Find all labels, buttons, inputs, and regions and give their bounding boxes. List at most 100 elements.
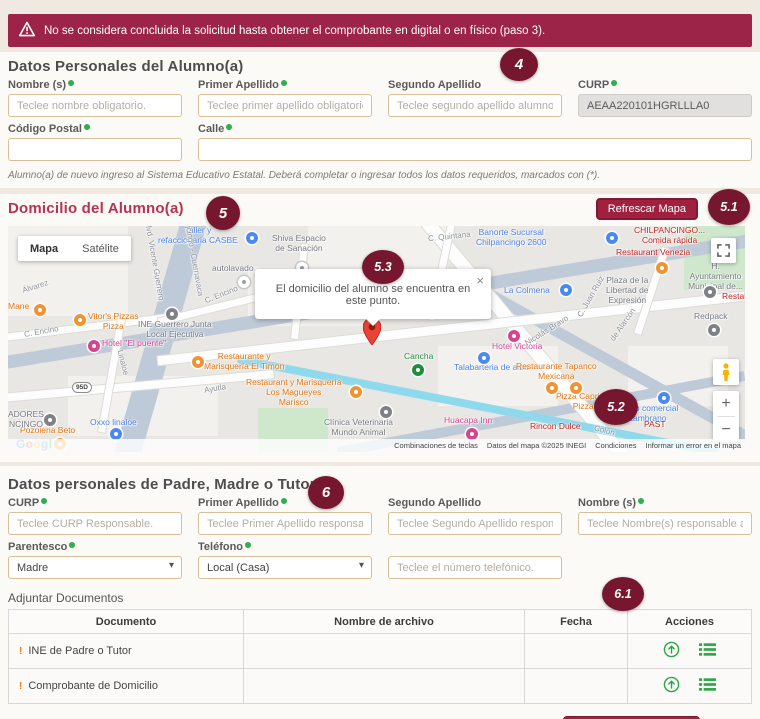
terms-link[interactable]: Condiciones <box>595 441 636 450</box>
guardian-curp-input[interactable] <box>8 512 182 535</box>
poi-icon[interactable] <box>238 276 250 288</box>
required-doc-icon: ! <box>19 646 22 657</box>
student-section-title: Datos Personales del Alumno(a) <box>8 58 752 75</box>
annotation-badge-6: 6 <box>308 476 344 509</box>
col-fecha: Fecha <box>525 610 628 634</box>
poi-icon[interactable] <box>508 330 520 342</box>
map-label: CHILPANCINGO... Comida rápida <box>634 226 705 246</box>
guardian-primer-apellido-input[interactable] <box>198 512 372 535</box>
map-label: Restaurant y Marisquería Los Magueyes Ma… <box>246 378 341 407</box>
poi-icon[interactable] <box>656 262 668 274</box>
guardian-section-title: Datos personales de Padre, Madre o Tutor <box>8 476 752 493</box>
segundo-apellido-input[interactable] <box>388 94 562 117</box>
guardian-curp-field-group: CURP <box>8 497 182 535</box>
map-attribution: Combinaciones de teclas Datos del mapa ©… <box>8 439 745 452</box>
numero-input[interactable] <box>388 556 562 579</box>
map-label: autolavado <box>212 264 254 274</box>
guardian-segundo-apellido-input[interactable] <box>388 512 562 535</box>
poi-icon[interactable] <box>380 406 392 418</box>
map-label: Vitor's Pizzas Pizza <box>88 312 139 332</box>
primer-apellido-label: Primer Apellido <box>198 79 279 91</box>
document-name: INE de Padre o Tutor <box>28 645 131 657</box>
map-label: Restaurante y Marisquería El Timon <box>204 352 284 372</box>
map-label: PAST <box>644 420 666 430</box>
poi-icon[interactable] <box>44 414 56 426</box>
close-icon[interactable]: × <box>474 271 486 290</box>
required-asterisk <box>611 80 617 86</box>
map-label: Clínica Veterinaria Mundo Animal <box>324 418 393 438</box>
pegman-control[interactable] <box>713 359 739 385</box>
upload-icon[interactable] <box>655 641 688 661</box>
poi-icon[interactable] <box>192 356 204 368</box>
poi-icon[interactable] <box>166 308 178 320</box>
poi-icon[interactable] <box>708 324 720 336</box>
filename-cell <box>244 669 525 704</box>
list-icon[interactable] <box>691 642 724 660</box>
map-label: Shiva Espacio de Sanación <box>272 234 326 254</box>
table-row: ! INE de Padre o Tutor <box>9 634 752 669</box>
parentesco-field-group: Parentesco Madre <box>8 541 182 579</box>
telefono-select[interactable]: Local (Casa) <box>198 556 372 579</box>
poi-icon[interactable] <box>34 304 46 316</box>
guardian-segundo-apellido-label: Segundo Apellido <box>388 497 481 509</box>
map-label: Plaza de la Libertad de Expresión <box>606 276 649 305</box>
required-asterisk <box>281 498 287 504</box>
poi-icon[interactable] <box>74 314 86 326</box>
poi-icon[interactable] <box>246 232 258 244</box>
map-type-mapa-button[interactable]: Mapa <box>18 236 70 261</box>
student-note: Alumno(a) de nuevo ingreso al Sistema Ed… <box>8 170 752 181</box>
date-cell <box>525 634 628 669</box>
map-label: Restaura <box>722 292 745 302</box>
annotation-badge-6-1: 6.1 <box>602 577 644 611</box>
map-label: Huacapa Inn <box>444 416 492 426</box>
guardian-primer-apellido-field-group: Primer Apellido <box>198 497 372 535</box>
primer-apellido-field-group: Primer Apellido <box>198 79 372 117</box>
poi-icon[interactable] <box>606 232 618 244</box>
poi-icon[interactable] <box>478 352 490 364</box>
zoom-in-button[interactable]: + <box>713 391 739 416</box>
poi-icon[interactable] <box>546 382 558 394</box>
warning-icon <box>18 21 36 40</box>
map-type-satelite-button[interactable]: Satélite <box>70 236 131 261</box>
keyboard-shortcuts-link[interactable]: Combinaciones de teclas <box>394 441 478 450</box>
required-asterisk <box>41 498 47 504</box>
poi-icon[interactable] <box>658 392 670 404</box>
map-label: Restaurante Tapanco Mexicana <box>516 362 597 382</box>
map-label: Cancha <box>404 352 433 362</box>
poi-icon[interactable] <box>704 286 716 298</box>
list-icon[interactable] <box>691 677 724 695</box>
annotation-badge-5-2: 5.2 <box>594 389 638 425</box>
address-section: Domicilio del Alumno(a) Refrescar Mapa <box>0 194 760 462</box>
fullscreen-button[interactable] <box>711 238 736 263</box>
filename-cell <box>244 634 525 669</box>
poi-icon[interactable] <box>350 386 362 398</box>
guardian-curp-label: CURP <box>8 497 39 509</box>
report-error-link[interactable]: Informar un error en el mapa <box>646 441 741 450</box>
upload-icon[interactable] <box>655 676 688 696</box>
poi-icon[interactable] <box>412 364 424 376</box>
map-label: Banorte Sucursal Chilpancingo 2600 <box>476 228 546 248</box>
enrollment-form-page: No se considera concluida la solicitud h… <box>0 0 760 719</box>
map-label: La Colmena <box>504 286 550 296</box>
poi-icon[interactable] <box>570 382 582 394</box>
nombre-field-group: Nombre (s) <box>8 79 182 117</box>
poi-icon[interactable] <box>560 284 572 296</box>
refresh-map-button[interactable]: Refrescar Mapa <box>596 198 698 220</box>
map-label: Oxxo linaloe <box>90 418 137 428</box>
map-label: Redpack <box>694 312 728 322</box>
info-window-arrow <box>365 318 381 326</box>
parentesco-select[interactable]: Madre <box>8 556 182 579</box>
curp-input[interactable] <box>578 94 752 117</box>
calle-input[interactable] <box>198 138 752 161</box>
segundo-apellido-field-group: Segundo Apellido <box>388 79 562 117</box>
map-label: Restaurant Venezia <box>616 248 690 258</box>
map-data-credit: Datos del mapa ©2025 INEGI <box>487 441 586 450</box>
info-window-text: El domicilio del alumno se encuentra en … <box>267 283 479 307</box>
primer-apellido-input[interactable] <box>198 94 372 117</box>
poi-icon[interactable] <box>88 340 100 352</box>
documents-table: Documento Nombre de archivo Fecha Accion… <box>8 609 752 704</box>
codigo-postal-input[interactable] <box>8 138 182 161</box>
map-label: Hotel "El puente" <box>102 339 166 349</box>
nombre-input[interactable] <box>8 94 182 117</box>
guardian-nombre-input[interactable] <box>578 512 752 535</box>
